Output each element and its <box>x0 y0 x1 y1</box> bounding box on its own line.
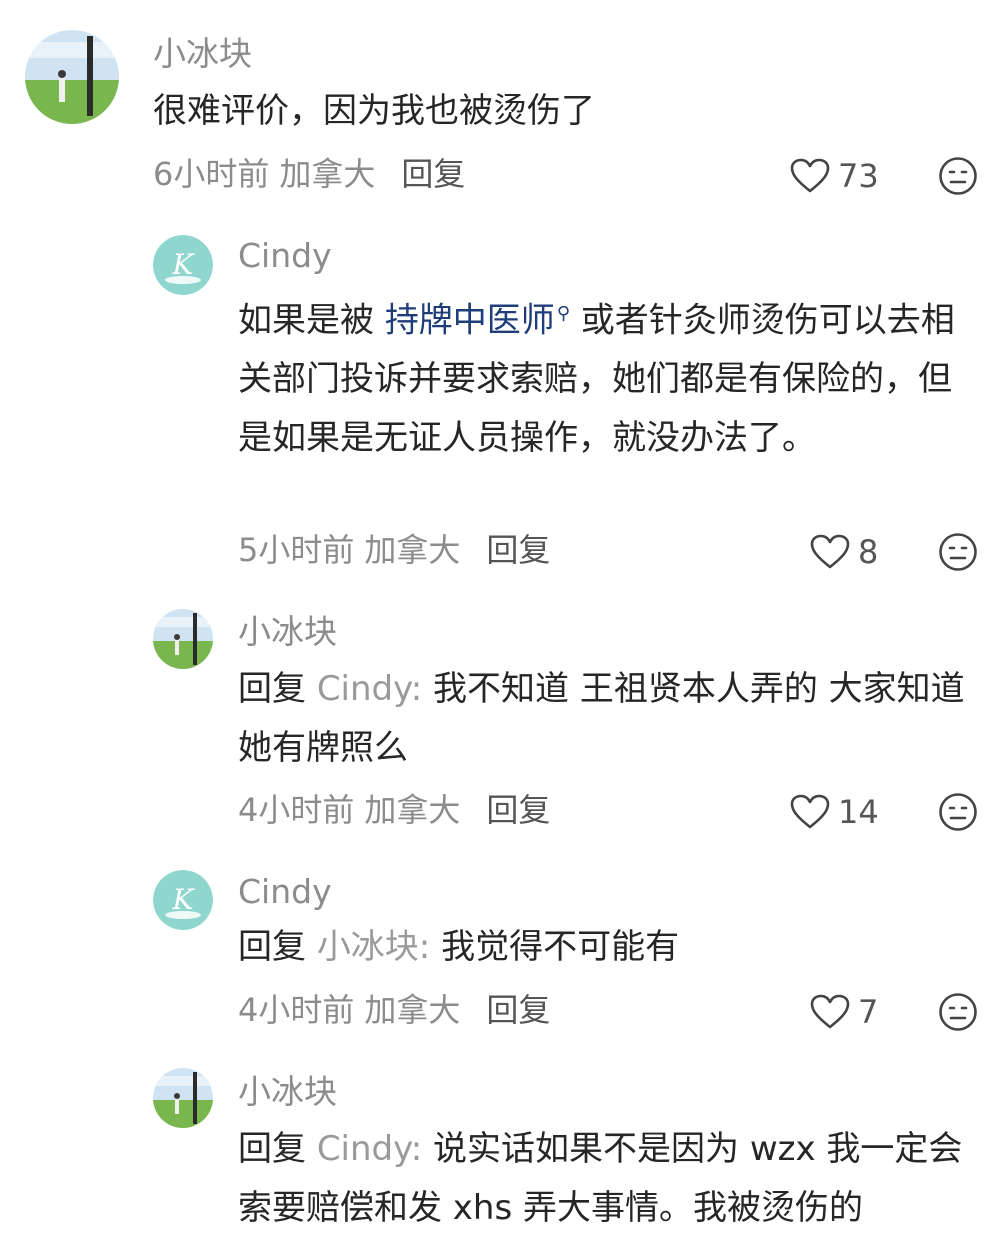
landscape-avatar-icon <box>153 1068 213 1128</box>
like-count: 73 <box>838 157 879 195</box>
search-link[interactable]: 持牌中医师 <box>385 300 555 340</box>
reply-target-username[interactable]: Cindy: <box>317 669 422 709</box>
avatar-xiaobingkuai[interactable] <box>25 30 119 124</box>
reply-prefix: 回复 <box>238 927 317 967</box>
comment-username[interactable]: 小冰块 <box>238 612 337 652</box>
comment-text: 回复 Cindy: 说实话如果不是因为 wzx 我一定会索要赔偿和发 xhs 弄… <box>238 1120 978 1238</box>
like-button[interactable]: 14 <box>790 792 879 832</box>
emoji-reaction-button[interactable] <box>938 156 978 196</box>
heart-outline-icon <box>810 534 850 569</box>
comment-username[interactable]: 小冰块 <box>153 34 252 74</box>
comment-text: 很难评价，因为我也被烫伤了 <box>153 91 595 131</box>
comment-time: 4小时前 <box>238 991 355 1029</box>
comment-meta: 6小时前 加拿大 回复 <box>153 154 465 194</box>
svg-text:K: K <box>172 248 196 281</box>
neutral-face-icon <box>939 157 977 195</box>
comment-text-part: 如果是被 <box>238 300 385 341</box>
like-button[interactable]: 7 <box>810 992 878 1032</box>
reply-target-username[interactable]: 小冰块: <box>317 927 430 967</box>
comment-meta: 4小时前 加拿大 回复 <box>238 790 550 830</box>
heart-outline-icon <box>790 158 830 193</box>
like-button[interactable]: 8 <box>810 532 878 572</box>
k-logo-avatar-icon: K <box>153 235 213 295</box>
search-icon[interactable]: ⚲ <box>557 303 570 324</box>
comment-meta: 4小时前 加拿大 回复 <box>238 990 550 1030</box>
neutral-face-icon <box>939 993 977 1031</box>
comment-location: 加拿大 <box>364 531 461 569</box>
comment-text: 回复 Cindy: 我不知道 王祖贤本人弄的 大家知道她有牌照么 <box>238 660 968 778</box>
reply-button[interactable]: 回复 <box>401 155 465 193</box>
reply-prefix: 回复 <box>238 669 317 709</box>
avatar-xiaobingkuai[interactable] <box>153 1068 213 1128</box>
neutral-face-icon <box>939 533 977 571</box>
reply-button[interactable]: 回复 <box>486 991 550 1029</box>
comment-text-part: 我觉得不可能有 <box>430 927 680 967</box>
landscape-avatar-icon <box>25 30 119 124</box>
like-count: 8 <box>858 533 879 571</box>
neutral-face-icon <box>939 793 977 831</box>
comment-meta: 5小时前 加拿大 回复 <box>238 530 550 570</box>
landscape-avatar-icon <box>153 609 213 669</box>
svg-text:K: K <box>172 883 196 916</box>
like-count: 14 <box>838 793 879 831</box>
comment-username[interactable]: Cindy <box>238 872 332 912</box>
heart-outline-icon <box>810 994 850 1029</box>
avatar-cindy[interactable]: K <box>153 235 213 295</box>
reply-target-username[interactable]: Cindy: <box>317 1129 422 1169</box>
comment-time: 6小时前 <box>153 155 270 193</box>
comment-text: 如果是被 持牌中医师 ⚲ 或者针灸师烫伤可以去相关部门投诉并要求索赔，她们都是有保… <box>238 284 968 468</box>
avatar-xiaobingkuai[interactable] <box>153 609 213 669</box>
comment-time: 5小时前 <box>238 531 355 569</box>
comment-location: 加拿大 <box>364 791 461 829</box>
avatar-cindy[interactable]: K <box>153 870 213 930</box>
comment-text: 回复 小冰块: 我觉得不可能有 <box>238 918 968 977</box>
like-button[interactable]: 73 <box>790 156 879 196</box>
reply-button[interactable]: 回复 <box>486 791 550 829</box>
reply-button[interactable]: 回复 <box>486 531 550 569</box>
reply-prefix: 回复 <box>238 1129 317 1169</box>
emoji-reaction-button[interactable] <box>938 532 978 572</box>
k-logo-avatar-icon: K <box>153 870 213 930</box>
comment-location: 加拿大 <box>279 155 376 193</box>
emoji-reaction-button[interactable] <box>938 792 978 832</box>
comment-location: 加拿大 <box>364 991 461 1029</box>
like-count: 7 <box>858 993 879 1031</box>
emoji-reaction-button[interactable] <box>938 992 978 1032</box>
comment-username[interactable]: 小冰块 <box>238 1072 337 1112</box>
comment-username[interactable]: Cindy <box>238 236 332 276</box>
heart-outline-icon <box>790 794 830 829</box>
comment-time: 4小时前 <box>238 791 355 829</box>
